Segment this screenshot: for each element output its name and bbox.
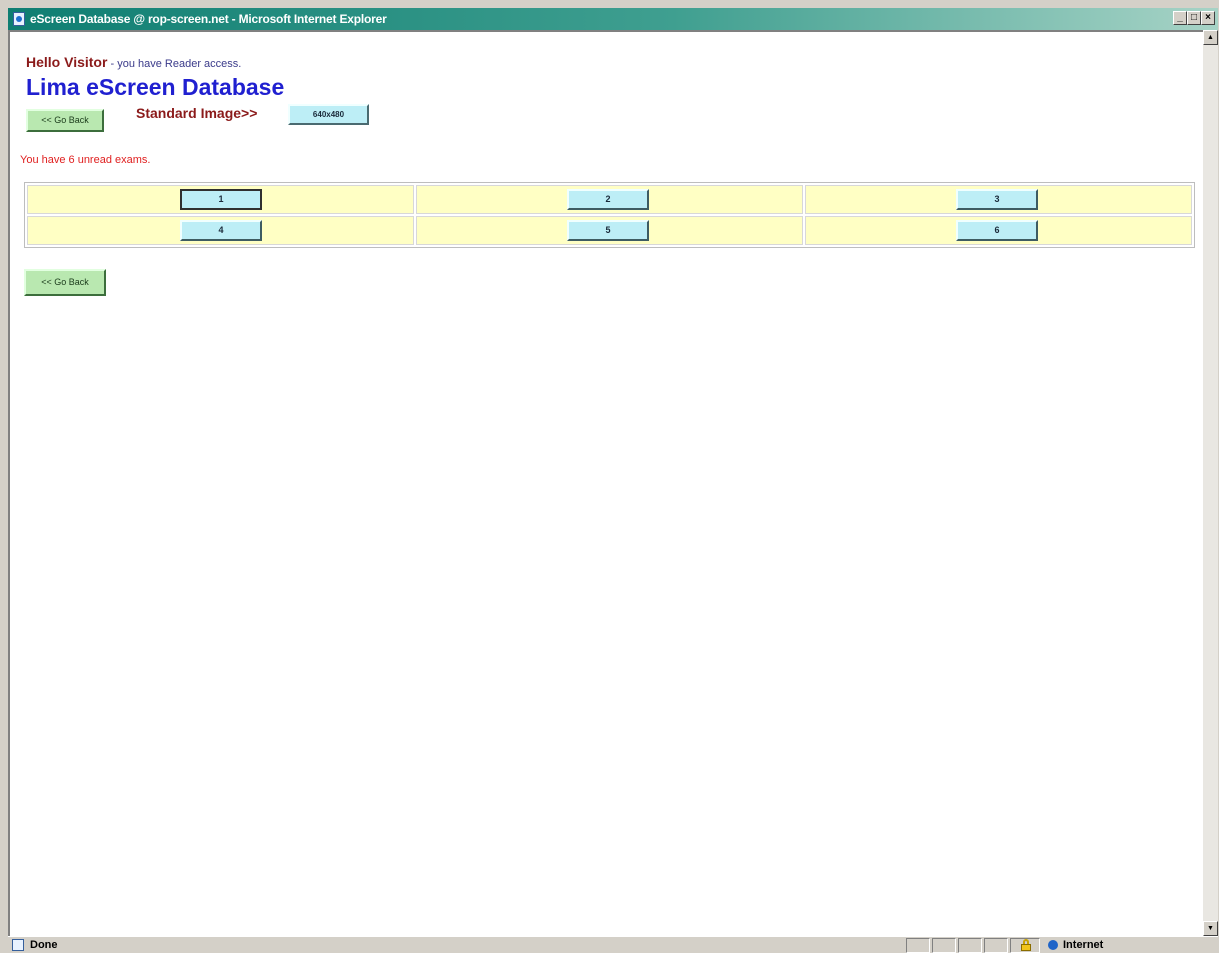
go-back-button-bottom[interactable]: << Go Back [24,269,106,296]
status-pane [958,938,982,953]
browser-window: eScreen Database @ rop-screen.net - Micr… [0,0,1219,953]
vertical-scrollbar[interactable]: ▲ ▼ [1203,30,1218,936]
go-back-button-top[interactable]: << Go Back [26,109,104,132]
exam-button-1[interactable]: 1 [180,189,262,210]
status-text: Done [30,939,58,951]
status-pane [932,938,956,953]
greeting-name: Hello Visitor [26,54,108,70]
exam-cell: 2 [416,185,803,214]
page-content: Hello Visitor - you have Reader access. … [8,30,1203,936]
standard-image-label: Standard Image>> [136,105,258,121]
exam-button-6[interactable]: 6 [956,220,1038,241]
greeting: Hello Visitor - you have Reader access. [26,54,241,70]
image-size-button[interactable]: 640x480 [288,104,369,125]
exam-cell: 3 [805,185,1192,214]
exam-button-5[interactable]: 5 [567,220,649,241]
maximize-button[interactable]: □ [1187,11,1201,25]
window-title: eScreen Database @ rop-screen.net - Micr… [30,12,387,26]
exam-table: 1 2 3 4 5 6 [24,182,1195,248]
globe-icon [1048,940,1058,950]
unread-exams-message: You have 6 unread exams. [20,154,151,166]
exam-cell: 6 [805,216,1192,245]
page-icon [12,939,24,951]
page-title: Lima eScreen Database [26,74,285,100]
scroll-down-arrow-icon[interactable]: ▼ [1203,921,1218,936]
exam-button-2[interactable]: 2 [567,189,649,210]
exam-button-4[interactable]: 4 [180,220,262,241]
close-button[interactable]: × [1201,11,1215,25]
scroll-up-arrow-icon[interactable]: ▲ [1203,30,1218,45]
exam-cell: 4 [27,216,414,245]
security-zone: Internet [1063,939,1104,951]
status-pane [984,938,1008,953]
status-pane [906,938,930,953]
greeting-access: - you have Reader access. [107,58,242,70]
status-bar: Done Internet [8,936,1218,953]
title-bar: eScreen Database @ rop-screen.net - Micr… [8,8,1218,30]
exam-button-3[interactable]: 3 [956,189,1038,210]
window-controls: _ □ × [1173,11,1215,25]
exam-cell: 1 [27,185,414,214]
internet-explorer-icon [13,12,25,26]
minimize-button[interactable]: _ [1173,11,1187,25]
lock-icon [1021,939,1031,951]
exam-cell: 5 [416,216,803,245]
